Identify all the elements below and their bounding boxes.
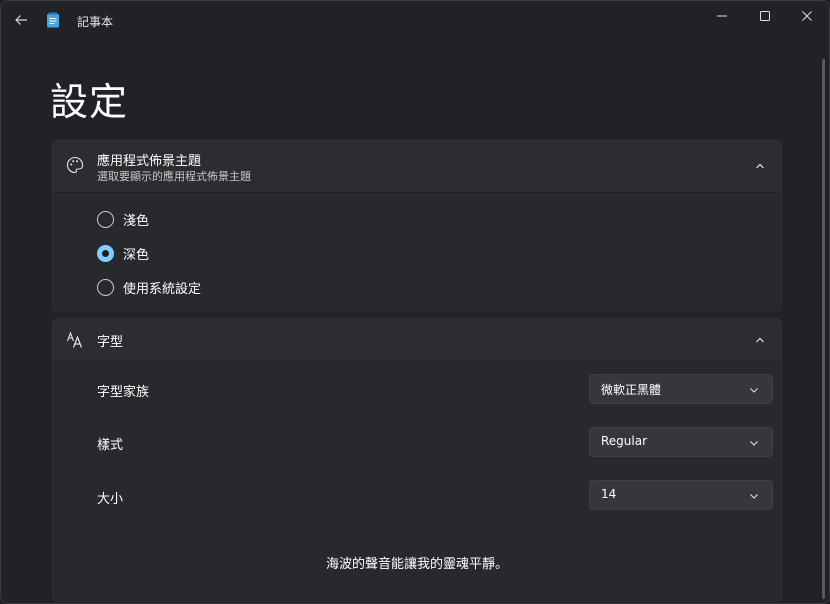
font-icon [66, 331, 83, 348]
title-bar: 記事本 [1, 1, 829, 39]
font-card-header[interactable]: 字型 [53, 319, 781, 361]
minimize-icon [717, 15, 727, 17]
radio-dark[interactable]: 深色 [97, 244, 149, 263]
chevron-down-icon [750, 388, 758, 393]
font-style-label: 樣式 [97, 438, 124, 453]
maximize-icon [760, 11, 770, 21]
close-button[interactable] [786, 1, 828, 31]
font-card: 字型 字型家族 微軟正黑體 樣式 Regular 大小 14 海波的聲音能讓我的… [52, 318, 782, 602]
font-family-dropdown[interactable]: 微軟正黑體 [589, 374, 773, 404]
close-icon [802, 11, 812, 21]
font-card-body: 字型家族 微軟正黑體 樣式 Regular 大小 14 海波的聲音能讓我的靈魂平… [53, 361, 781, 602]
palette-icon [67, 156, 84, 174]
radio-light-circle[interactable] [97, 211, 114, 228]
chevron-up-icon [756, 337, 764, 343]
font-section-title: 字型 [97, 335, 124, 350]
font-size-label: 大小 [97, 492, 124, 507]
chevron-up-icon [756, 163, 764, 169]
radio-dark-label: 深色 [123, 248, 150, 263]
vertical-scrollbar[interactable] [822, 59, 825, 599]
back-button[interactable] [7, 7, 35, 33]
notepad-window: 記事本 設定 應用程式佈景主題 選取要顯示的應用程式佈景主題 淺色 深色 使用系… [0, 0, 830, 604]
font-style-dropdown[interactable]: Regular [589, 427, 773, 457]
radio-light[interactable]: 淺色 [97, 210, 149, 229]
notepad-icon [47, 12, 59, 28]
radio-system-label: 使用系統設定 [123, 282, 202, 297]
page-title: 設定 [50, 80, 129, 124]
font-family-label: 字型家族 [97, 385, 150, 400]
font-family-value: 微軟正黑體 [601, 383, 662, 397]
minimize-button[interactable] [701, 1, 743, 31]
theme-section-subtitle: 選取要顯示的應用程式佈景主題 [97, 170, 251, 183]
app-title: 記事本 [77, 15, 114, 29]
chevron-down-icon [750, 441, 758, 446]
radio-system-circle[interactable] [97, 279, 114, 296]
arrow-left-icon [15, 15, 27, 25]
font-style-value: Regular [601, 434, 648, 448]
radio-light-label: 淺色 [123, 214, 150, 229]
theme-card-header[interactable]: 應用程式佈景主題 選取要顯示的應用程式佈景主題 [53, 141, 781, 192]
font-size-value: 14 [601, 487, 617, 501]
font-preview-text: 海波的聲音能讓我的靈魂平靜。 [325, 557, 508, 572]
theme-section-title: 應用程式佈景主題 [97, 154, 202, 169]
font-size-dropdown[interactable]: 14 [589, 480, 773, 510]
radio-system[interactable]: 使用系統設定 [97, 278, 201, 297]
divider [53, 522, 781, 523]
maximize-button[interactable] [744, 1, 786, 31]
theme-card-body: 淺色 深色 使用系統設定 [53, 192, 781, 312]
chevron-down-icon [750, 494, 758, 499]
radio-dark-circle[interactable] [97, 245, 114, 262]
theme-card: 應用程式佈景主題 選取要顯示的應用程式佈景主題 淺色 深色 使用系統設定 [52, 140, 782, 312]
